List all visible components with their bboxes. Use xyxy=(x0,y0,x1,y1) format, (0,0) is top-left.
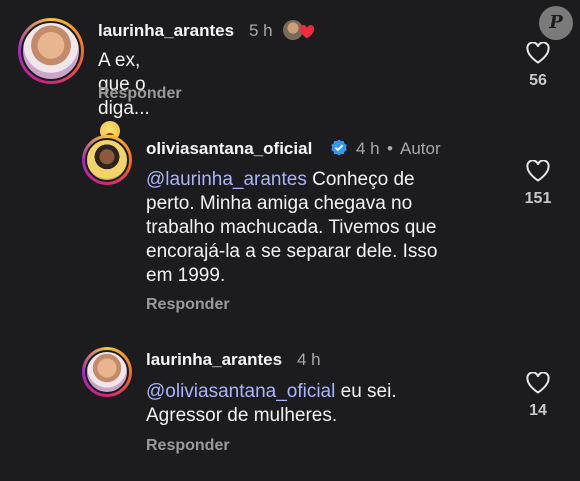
like-count: 151 xyxy=(524,190,552,207)
author-tag: Autor xyxy=(400,139,441,158)
comment-text: @oliviasantana_oficial eu sei. Agressor … xyxy=(146,381,397,426)
meta-separator: • xyxy=(387,139,393,158)
avatar[interactable] xyxy=(82,347,132,397)
reply-button[interactable]: Responder xyxy=(146,296,230,314)
comment-text: @laurinha_arantes Conheço de perto. Minh… xyxy=(146,169,438,286)
avatar[interactable] xyxy=(18,18,84,84)
watermark-logo: P xyxy=(539,6,573,40)
comment-time: 4 h xyxy=(297,350,321,369)
reply-button[interactable]: Responder xyxy=(146,437,230,455)
heart-outline-icon[interactable] xyxy=(526,372,550,394)
mention-link[interactable]: @laurinha_arantes xyxy=(146,169,307,190)
comment-username[interactable]: oliviasantana_oficial xyxy=(146,139,312,159)
reply-button[interactable]: Responder xyxy=(98,85,182,103)
like-button[interactable]: 56 xyxy=(518,42,558,90)
comment-time: 4 h xyxy=(356,139,380,158)
like-count: 56 xyxy=(529,72,547,89)
avatar[interactable] xyxy=(82,135,132,185)
like-count: 14 xyxy=(529,402,547,419)
verified-icon xyxy=(331,139,347,156)
comment-time: 5 h xyxy=(249,21,273,40)
comment-username[interactable]: laurinha_arantes xyxy=(98,21,234,41)
heart-outline-icon[interactable] xyxy=(526,42,550,64)
mention-link[interactable]: @oliviasantana_oficial xyxy=(146,381,335,402)
like-button[interactable]: 151 xyxy=(518,160,558,208)
heart-outline-icon[interactable] xyxy=(526,160,550,182)
heart-icon xyxy=(299,25,315,39)
like-button[interactable]: 14 xyxy=(518,372,558,420)
comment-username[interactable]: laurinha_arantes xyxy=(146,350,282,370)
